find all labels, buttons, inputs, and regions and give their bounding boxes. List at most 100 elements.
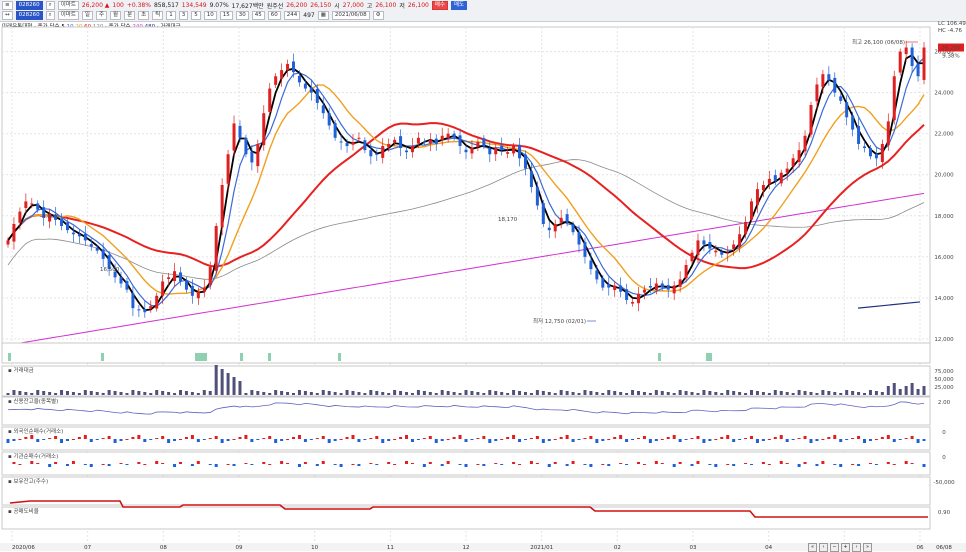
foreign-bar [702, 439, 706, 443]
foreign-bar [309, 439, 313, 440]
volume-bar [113, 391, 117, 395]
foreign-bar [54, 436, 58, 439]
scroll-first-icon[interactable]: « [808, 542, 817, 552]
institution-bar [565, 464, 569, 466]
candle-body [738, 234, 742, 247]
lookup-icon[interactable]: ⌕ [45, 11, 55, 20]
institution-bar [286, 463, 290, 464]
institution-bar [232, 464, 236, 466]
settings-icon[interactable]: ⚙ [372, 11, 384, 20]
candle-body [535, 187, 539, 206]
minute-5[interactable]: 5 [191, 11, 201, 20]
institution-bar [137, 462, 141, 464]
institution-bar [226, 464, 230, 465]
volume-bar [833, 392, 837, 395]
signal-bar [240, 353, 243, 361]
menu-icon[interactable]: ≡ [2, 0, 13, 10]
foreign-bar [910, 436, 914, 439]
minute-3[interactable]: 3 [178, 11, 189, 20]
stock-code-field[interactable]: 028260 [15, 11, 43, 20]
volume-bar [619, 392, 623, 395]
period-minute[interactable]: 분 [124, 11, 136, 20]
scroll-last-icon[interactable]: » [863, 542, 872, 552]
period-tick[interactable]: 틱 [152, 11, 164, 20]
minute-45[interactable]: 45 [251, 11, 265, 20]
amount: 17,627백만 [231, 2, 264, 10]
candle-body [125, 281, 129, 290]
candle-body [286, 63, 290, 71]
period-week[interactable]: 주 [95, 11, 108, 20]
foreign-bar [113, 439, 117, 443]
institution-bar [886, 462, 890, 464]
institution-bar [636, 462, 640, 464]
foreign-bar [922, 439, 926, 441]
zoom-in-icon[interactable]: + [841, 542, 850, 552]
volume-bar [393, 390, 397, 395]
candle-body [512, 146, 516, 154]
stock-name[interactable]: 이마트 [57, 0, 79, 10]
x-tick-label: 08 [160, 545, 167, 551]
foreign-bar [738, 439, 742, 440]
tool-icon[interactable]: ↔ [2, 11, 13, 20]
sub-panel-3 [1, 426, 931, 451]
foreign-bar [654, 439, 658, 441]
x-tick-label: 09 [236, 545, 243, 551]
volume-bar [339, 393, 343, 395]
minute-1[interactable]: 1 [166, 11, 176, 20]
volume-bar [363, 393, 367, 395]
x-tick-label: 2020/06 [12, 545, 35, 551]
volume-bar [577, 393, 581, 395]
sub-panel-tick: 25,000 [934, 385, 954, 391]
candle-body [720, 251, 724, 255]
foreign-bar [494, 439, 498, 441]
foreign-bar [95, 439, 99, 440]
candle-body [833, 77, 837, 93]
institution-bar [143, 464, 147, 465]
zoom-out-icon[interactable]: − [830, 542, 839, 552]
buy-button[interactable]: 매수 [431, 0, 448, 10]
price-tick-label: 22,000 [934, 132, 954, 138]
foreign-bar [512, 435, 516, 439]
calendar-icon[interactable]: ▦ [317, 11, 329, 20]
candle-body [18, 211, 22, 223]
minute-60[interactable]: 60 [267, 11, 281, 20]
sub-panel-6 [1, 506, 931, 530]
scroll-prev-icon[interactable]: ‹ [819, 542, 828, 552]
candle-body [393, 139, 397, 143]
stock-code-input[interactable]: 028260 [15, 0, 43, 10]
volume-bar [286, 392, 290, 395]
candle-body [327, 113, 331, 126]
volume-bar [595, 392, 599, 395]
sell-button[interactable]: 매도 [450, 0, 468, 10]
candle-body [309, 87, 313, 93]
candle-body [232, 123, 236, 151]
volume-bar [89, 391, 93, 395]
candle-body [178, 272, 182, 282]
stock-name-field[interactable]: 이마트 [57, 11, 79, 20]
low-annotation: 최저 12,750 (02/01) [533, 317, 586, 325]
foreign-bar [381, 439, 385, 443]
date-field[interactable]: 2021/06/08 [331, 11, 370, 20]
foreign-bar [577, 439, 581, 440]
volume-bar [690, 392, 694, 395]
count-field[interactable]: 244 [283, 11, 301, 20]
price-chart[interactable]: 12,000 14,000 16,000 18,000 20,000 22,000 24,0… [0, 21, 966, 551]
minute-30[interactable]: 30 [235, 11, 249, 20]
candle-body [642, 289, 646, 293]
search-icon[interactable]: ⌕ [45, 0, 55, 10]
x-tick-label: 03 [690, 545, 697, 551]
candle-body [619, 285, 623, 292]
scroll-next-icon[interactable]: › [852, 542, 861, 552]
volume-bar [857, 392, 861, 395]
volume-bar [738, 392, 742, 395]
period-month[interactable]: 월 [110, 11, 122, 20]
minute-10[interactable]: 10 [203, 11, 217, 20]
foreign-bar [351, 435, 355, 439]
volume-bar [434, 393, 438, 395]
period-second[interactable]: 초 [138, 11, 150, 20]
period-day[interactable]: 일 [81, 11, 93, 20]
extra-label: 저 [399, 2, 405, 10]
minute-15[interactable]: 15 [219, 11, 233, 20]
candle-body [89, 244, 93, 247]
volume-bar [892, 383, 896, 395]
